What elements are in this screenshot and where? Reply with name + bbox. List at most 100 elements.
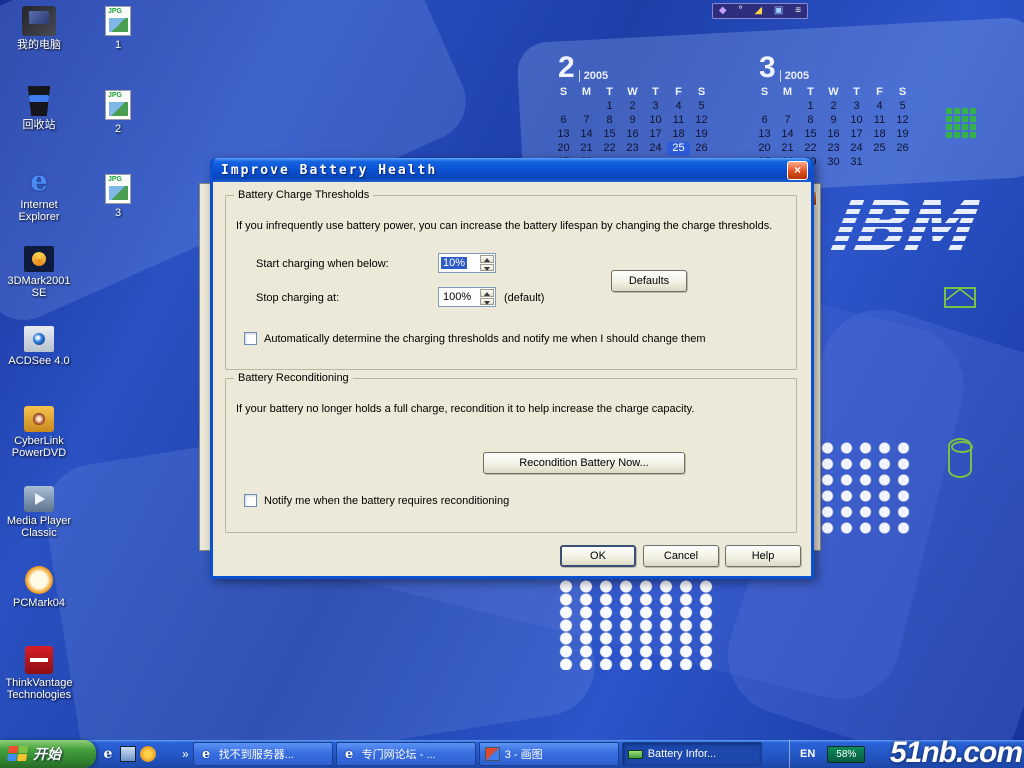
display-icon[interactable]: ▣ [774,4,783,18]
battery-icon [628,750,643,759]
notify-reconditioning-checkbox-label: Notify me when the battery requires reco… [264,495,509,507]
dialog-titlebar[interactable]: Improve Battery Health × [213,158,811,182]
calendar-date [575,100,598,114]
calendar-date: 26 [690,142,713,156]
icon-glyph: JPG [108,176,122,183]
ok-button[interactable]: OK [560,545,636,567]
calendar-date: 16 [621,128,644,142]
taskbar-task-paint[interactable]: 3 - 画图 [479,742,619,766]
floating-toolbar[interactable]: ◆ ° ◢ ▣ ≡ [712,3,808,19]
language-indicator[interactable]: EN [800,748,815,760]
ie-icon: e [22,166,56,196]
degree-icon[interactable]: ° [738,4,742,18]
calendar-month: 2 [558,54,575,82]
desktop-icon[interactable] [120,746,136,762]
desktop-icon-label: 我的电脑 [17,39,61,51]
spin-up-button[interactable] [480,255,494,263]
calendar-header: 3 2005 [753,54,914,82]
3dmark-icon [24,246,54,272]
watermark: 51nb.com [890,736,1022,768]
calendar-date: 9 [621,114,644,128]
signal-icon[interactable]: ◢ [754,4,762,18]
media-icon[interactable] [140,746,156,762]
desktop-icon-ie[interactable]: eInternet Explorer [4,166,74,246]
desktop-icon-acdsee[interactable]: ACDSee 4.0 [4,326,74,406]
dialog-title: Improve Battery Health [213,163,437,178]
stop-charging-spinner[interactable]: 100% [438,287,496,307]
calendar-date: 13 [552,128,575,142]
paint-icon [485,747,500,761]
calendar-day-header: T [799,86,822,100]
calendar-day-header: T [598,86,621,100]
recondition-battery-button[interactable]: Recondition Battery Now... [483,452,685,474]
calendar-date [868,156,891,170]
calendar-date: 17 [644,128,667,142]
spin-down-button[interactable] [480,298,494,306]
calendar-date: 15 [598,128,621,142]
calendar-date: 5 [891,100,914,114]
desktop-icon-jpg[interactable]: JPG1 [96,6,140,90]
calendar-date: 3 [845,100,868,114]
spin-down-button[interactable] [480,264,494,272]
desktop-icon-3dmark[interactable]: 3DMark2001 SE [4,246,74,326]
calendar-date: 23 [621,142,644,156]
desktop-icon-label: 3 [115,207,121,219]
calendar-day-header: S [891,86,914,100]
grid-square [970,132,976,138]
calendar-day-header: T [644,86,667,100]
calendar-date: 31 [845,156,868,170]
menu-icon[interactable]: ≡ [795,4,801,18]
checkbox-icon[interactable] [244,494,257,507]
desktop-icon-column: 我的电脑回收站eInternet Explorer3DMark2001 SEAC… [4,6,74,726]
plug-icon[interactable]: ◆ [719,4,727,18]
calendar-year: 2005 [579,70,608,82]
help-button[interactable]: Help [725,545,801,567]
ie-icon[interactable]: e [100,746,116,762]
spin-up-button[interactable] [480,289,494,297]
quick-launch-bar: e [96,740,182,768]
desktop-icon-powerdvd[interactable]: CyberLink PowerDVD [4,406,74,486]
desktop-icon-pcmark[interactable]: PCMark04 [4,566,74,646]
notify-reconditioning-checkbox-row[interactable]: Notify me when the battery requires reco… [244,494,509,507]
quick-launch-overflow-icon[interactable]: » [182,747,189,761]
taskbar-task-battery[interactable]: Battery Infor... [622,742,762,766]
grid-square [970,108,976,114]
start-button[interactable]: 开始 [0,740,96,768]
grid-square [954,124,960,130]
grid-decoration [946,108,976,138]
desktop-icon-recycle-bin[interactable]: 回收站 [4,86,74,166]
desktop-icon-jpg[interactable]: JPG 3 [96,174,140,258]
calendar-date: 25 [667,142,690,156]
grid-square [962,132,968,138]
spinner-buttons [480,255,494,271]
defaults-button[interactable]: Defaults [611,270,687,292]
cancel-button[interactable]: Cancel [643,545,719,567]
start-charging-spinner[interactable]: 10% [438,253,496,273]
taskbar-task-ie[interactable]: e找不到服务器... [193,742,333,766]
battery-cylinder-icon [948,438,972,478]
desktop-icon-jpg[interactable]: JPG2 [96,90,140,174]
desktop-icon-mpc[interactable]: Media Player Classic [4,486,74,566]
start-charging-value: 10% [441,257,467,269]
close-button[interactable]: × [787,161,808,180]
calendar-date: 19 [690,128,713,142]
taskbar-task-ie[interactable]: e专门网论坛 - ... [336,742,476,766]
grid-square [954,116,960,122]
grid-square [962,116,968,122]
battery-charge-thresholds-group: Battery Charge Thresholds If you infrequ… [225,195,797,370]
taskbar-tasks: e找不到服务器...e专门网论坛 - ...3 - 画图Battery Info… [189,740,789,768]
desktop-icon-label: 1 [115,39,121,51]
calendar-date [753,100,776,114]
desktop-icon-my-computer[interactable]: 我的电脑 [4,6,74,86]
calendar-month: 3 [759,54,776,82]
task-label: 专门网论坛 - ... [362,746,436,762]
calendar-day-header: M [575,86,598,100]
battery-indicator[interactable]: 58% [827,746,865,763]
desktop-icon-thinkvantage[interactable]: ThinkVantage Technologies [4,646,74,726]
checkbox-icon[interactable] [244,332,257,345]
calendar-date: 6 [753,114,776,128]
stop-charging-value: 100% [443,291,471,303]
calendar-date: 30 [822,156,845,170]
auto-determine-checkbox-row[interactable]: Automatically determine the charging thr… [244,332,705,345]
thresholds-description: If you infrequently use battery power, y… [236,220,788,232]
